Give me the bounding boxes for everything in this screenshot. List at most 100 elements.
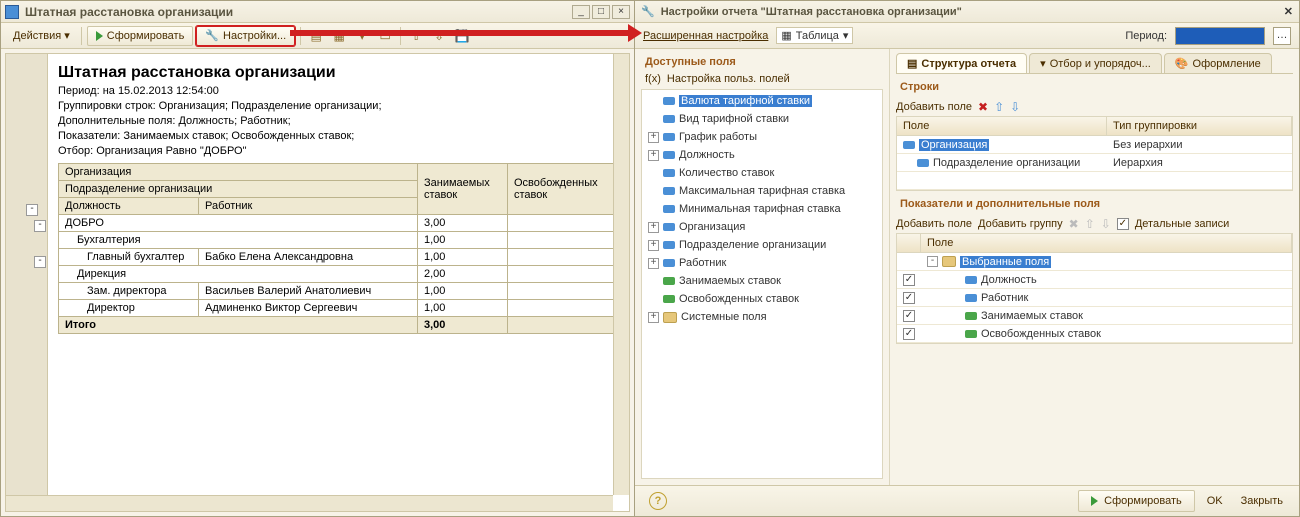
period-input[interactable] [1175,27,1265,45]
delete-icon[interactable]: ✖ [978,100,988,114]
tree-label[interactable]: Количество ставок [679,167,774,179]
main-window: Штатная расстановка организации _ □ × Де… [0,0,635,517]
tab-formatting[interactable]: 🎨Оформление [1164,53,1272,73]
settings-label: Настройки... [223,30,286,42]
custom-fields-button[interactable]: f(x) Настройка польз. полей [641,71,889,87]
col-type: Тип группировки [1107,117,1292,135]
settings-body: Доступные поля f(x) Настройка польз. пол… [635,49,1299,486]
report-extrafields: Дополнительные поля: Должность; Работник… [58,114,619,129]
view-switch[interactable]: ▦ Таблица ▾ [776,27,853,44]
close-button[interactable]: Закрыть [1235,495,1289,507]
field-checkbox[interactable]: ✓ [903,274,915,286]
close-button[interactable]: × [612,5,630,19]
col-worker: Работник [199,198,418,215]
tree-item: Освобожденных ставок [642,290,882,308]
maximize-button[interactable]: □ [592,5,610,19]
tree-label[interactable]: График работы [679,131,757,143]
grid-row[interactable]: Организация Без иерархии [897,136,1292,154]
generate-button[interactable]: Сформировать [87,26,194,46]
available-fields-tree[interactable]: Валюта тарифной ставки Вид тарифной став… [641,89,883,479]
titlebar: Штатная расстановка организации _ □ × [1,1,634,23]
total-row: Итого 3,00 [59,317,618,334]
app-icon [5,5,19,19]
report-area: - - - Штатная расстановка организации Пе… [5,53,630,512]
tab-structure[interactable]: ▤Структура отчета [896,53,1027,73]
tree-label[interactable]: Должность [679,149,735,161]
tree-item: Минимальная тарифная ставка [642,200,882,218]
table-row: Директор Админенко Виктор Сергеевич 1,00 [59,300,618,317]
wrench-icon [641,5,655,18]
tree-label[interactable]: Организация [679,221,745,233]
tree-label[interactable]: Подразделение организации [679,239,826,251]
view-label: Таблица [796,30,839,42]
report-indicators: Показатели: Занимаемых ставок; Освобожде… [58,129,619,144]
col-field: Поле [897,117,1107,135]
grid-row[interactable]: ✓ Освобожденных ставок [897,325,1292,343]
detailed-label: Детальные записи [1135,218,1229,230]
tree-label[interactable]: Освобожденных ставок [679,293,799,305]
settings-toolbar: Расширенная настройка ▦ Таблица ▾ Период… [635,23,1299,49]
settings-titlebar: Настройки отчета "Штатная расстановка ор… [635,1,1299,23]
table-row: Зам. директора Васильев Валерий Анатолие… [59,283,618,300]
col-free: Освобожденных ставок [508,164,618,215]
grid-row[interactable]: ✓ Работник [897,289,1292,307]
tree-item: +Должность [642,146,882,164]
field-checkbox[interactable]: ✓ [903,310,915,322]
vertical-scrollbar[interactable] [613,54,629,495]
report-table: Организация Занимаемых ставок Освобожден… [58,163,618,334]
close-icon[interactable]: ✕ [1284,5,1293,18]
tree-label[interactable]: Работник [679,257,726,269]
minimize-button[interactable]: _ [572,5,590,19]
tree-label[interactable]: Максимальная тарифная ставка [679,185,845,197]
advanced-toggle[interactable]: Расширенная настройка [643,30,768,42]
tree-label[interactable]: Минимальная тарифная ставка [679,203,841,215]
field-checkbox[interactable]: ✓ [903,328,915,340]
horizontal-scrollbar[interactable] [6,495,613,511]
period-picker-button[interactable]: … [1273,27,1291,45]
col-org: Организация [59,164,418,181]
move-down-icon[interactable]: ⇩ [1101,217,1111,231]
tab-filter[interactable]: ▾Отбор и упорядоч... [1029,53,1162,73]
tree-label[interactable]: Вид тарифной ставки [679,113,789,125]
fx-icon: f(x) [645,73,661,85]
period-label: Период: [1125,30,1167,42]
available-header: Доступные поля [641,53,889,71]
tree-label[interactable]: Валюта тарифной ставки [679,95,812,107]
rows-grid: Поле Тип группировки Организация Без иер… [896,116,1293,191]
settings-button[interactable]: Настройки... [196,26,295,46]
add-field-button[interactable]: Добавить поле [896,101,972,113]
table-row: Дирекция 2,00 [59,266,618,283]
ok-button[interactable]: OK [1201,495,1229,507]
report-period: Период: на 15.02.2013 12:54:00 [58,84,619,99]
structure-icon: ▤ [907,57,917,70]
tree-label[interactable]: Системные поля [681,311,767,323]
detailed-checkbox[interactable]: ✓ [1117,218,1129,230]
collapse-toggle[interactable]: - [34,256,46,268]
tree-item: Занимаемых ставок [642,272,882,290]
grid-row[interactable]: Подразделение организации Иерархия [897,154,1292,172]
move-up-icon[interactable]: ⇧ [1085,217,1095,231]
tree-item: Валюта тарифной ставки [642,92,882,110]
add-group-button[interactable]: Добавить группу [978,218,1063,230]
add-field-button[interactable]: Добавить поле [896,218,972,230]
help-icon[interactable]: ? [649,492,667,510]
move-up-icon[interactable]: ⇧ [994,100,1004,114]
collapse-toggle[interactable]: - [34,220,46,232]
field-checkbox[interactable]: ✓ [903,292,915,304]
separator [81,27,82,45]
grid-row[interactable]: ✓ Должность [897,271,1292,289]
move-down-icon[interactable]: ⇩ [1010,100,1020,114]
palette-icon: 🎨 [1175,57,1189,70]
footer-generate-button[interactable]: Сформировать [1078,490,1195,512]
tree-item: +Организация [642,218,882,236]
col-field: Поле [921,234,1292,252]
grid-row[interactable]: -Выбранные поля [897,253,1292,271]
grid-row[interactable]: ✓ Занимаемых ставок [897,307,1292,325]
collapse-toggle[interactable]: - [26,204,38,216]
table-row: ДОБРО 3,00 [59,215,618,232]
tree-label[interactable]: Занимаемых ставок [679,275,781,287]
col-dept: Подразделение организации [59,181,418,198]
actions-menu[interactable]: Действия ▾ [7,27,76,44]
delete-icon[interactable]: ✖ [1069,217,1079,231]
report-groups: Группировки строк: Организация; Подразде… [58,99,619,114]
